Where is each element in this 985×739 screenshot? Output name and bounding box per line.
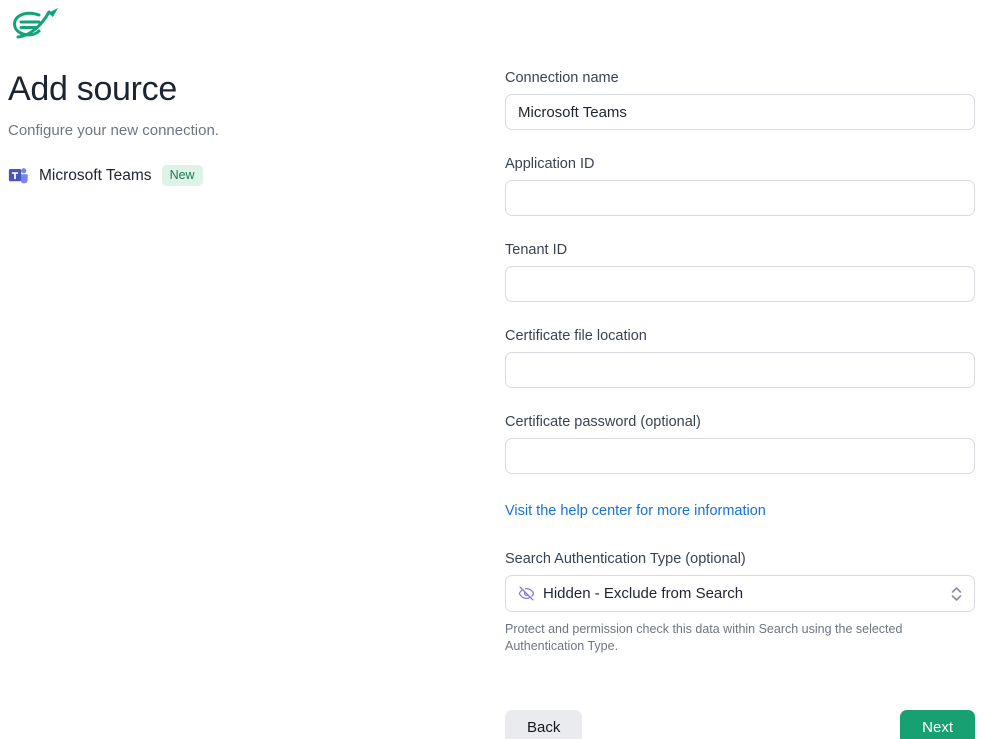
connection-name-input[interactable] — [505, 94, 975, 130]
auth-type-select[interactable]: Hidden - Exclude from Search — [505, 575, 975, 612]
certificate-password-input[interactable] — [505, 438, 975, 474]
field-certificate-file: Certificate file location — [505, 328, 975, 388]
certificate-password-label: Certificate password (optional) — [505, 414, 975, 430]
auth-type-helper-text: Protect and permission check this data w… — [505, 621, 935, 655]
form-actions: Back Next — [505, 710, 975, 739]
connection-form: Connection name Application ID Tenant ID… — [505, 70, 975, 739]
connection-name-label: Connection name — [505, 70, 975, 86]
tenant-id-label: Tenant ID — [505, 242, 975, 258]
microsoft-teams-icon — [8, 165, 29, 186]
field-tenant-id: Tenant ID — [505, 242, 975, 302]
auth-type-selected-value: Hidden - Exclude from Search — [543, 585, 743, 602]
glean-logo — [8, 6, 66, 46]
field-application-id: Application ID — [505, 156, 975, 216]
selected-source-item[interactable]: Microsoft Teams New — [8, 165, 203, 186]
new-badge: New — [162, 165, 203, 186]
auth-type-block: Search Authentication Type (optional) Hi… — [505, 551, 975, 655]
tenant-id-input[interactable] — [505, 266, 975, 302]
chevron-updown-icon — [951, 586, 962, 602]
certificate-file-input[interactable] — [505, 352, 975, 388]
left-panel: Add source Configure your new connection… — [8, 6, 468, 186]
eye-off-icon — [518, 585, 535, 602]
certificate-file-label: Certificate file location — [505, 328, 975, 344]
add-source-page: Add source Configure your new connection… — [0, 0, 985, 739]
application-id-label: Application ID — [505, 156, 975, 172]
application-id-input[interactable] — [505, 180, 975, 216]
source-name: Microsoft Teams — [39, 167, 152, 185]
auth-type-label: Search Authentication Type (optional) — [505, 551, 975, 567]
next-button[interactable]: Next — [900, 710, 975, 739]
help-center-link[interactable]: Visit the help center for more informati… — [505, 503, 766, 519]
field-certificate-password: Certificate password (optional) — [505, 414, 975, 474]
field-connection-name: Connection name — [505, 70, 975, 130]
page-title: Add source — [8, 70, 468, 109]
back-button[interactable]: Back — [505, 710, 582, 739]
page-subtitle: Configure your new connection. — [8, 122, 468, 139]
